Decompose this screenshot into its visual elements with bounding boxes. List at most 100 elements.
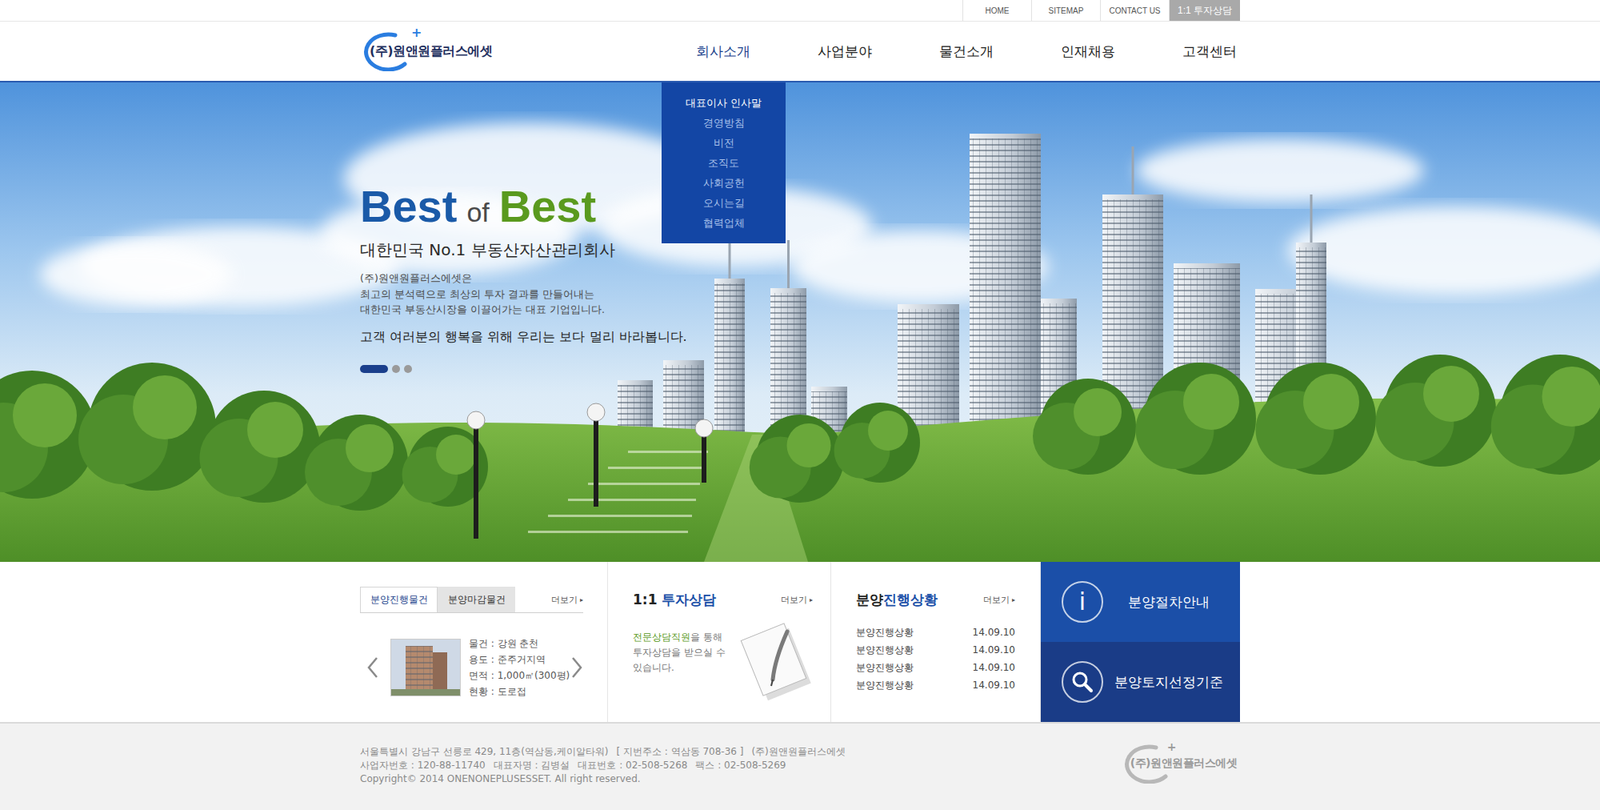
nav-item[interactable]: 회사소개대표이사 인사말경영방침비전조직도사회공헌오시는길협력업체 <box>662 21 784 81</box>
footer-text: [ 지번주소 : 역삼동 708-36 ] <box>616 744 744 759</box>
panel-title: 투자상담 <box>661 590 716 609</box>
more-arrow: ▸ <box>580 596 584 604</box>
property-photo <box>390 638 461 696</box>
dropdown-item[interactable]: 대표이사 인사말 <box>685 92 762 113</box>
panel-header: 1:1투자상담 더보기▸ <box>632 586 813 612</box>
slide-indicator <box>360 364 1240 373</box>
top-link[interactable]: SITEMAP <box>1031 0 1100 21</box>
footer-text: (주)원앤원플러스에셋 <box>751 744 845 759</box>
footer-text: Copyright© 2014 ONENONEPLUSESSET. All ri… <box>360 772 641 786</box>
row-date: 14.09.10 <box>972 623 1016 641</box>
row-title[interactable]: 분양진행상황 <box>856 676 914 694</box>
listings-panel: 분양진행물건분양마감물건 더보기▸ 물건 : 강원 춘천용도 : 준주거지역면적 :… <box>360 561 608 722</box>
utility-bar: HOMESITEMAPCONTACT US1:1 투자상담 <box>0 0 1600 22</box>
hero-title-word: Best <box>499 181 596 232</box>
dropdown-item[interactable]: 경영방침 <box>703 112 745 133</box>
dropdown-item[interactable]: 사회공헌 <box>703 172 745 193</box>
chevron-right-icon[interactable] <box>570 656 584 679</box>
top-link[interactable]: 1:1 투자상담 <box>1168 0 1240 21</box>
hero-title-word: Best <box>360 181 457 232</box>
dropdown-menu: 대표이사 인사말경영방침비전조직도사회공헌오시는길협력업체 <box>661 82 786 244</box>
dropdown-item[interactable]: 비전 <box>713 132 735 153</box>
hero-title: BestofBest <box>360 181 1240 237</box>
footer-text: 대표번호 : 02-508-5268 <box>577 758 688 772</box>
hero-body-line: (주)원앤원플러스에셋은 <box>360 270 1240 287</box>
footer-text: 사업자번호 : 120-88-11740 <box>360 758 486 772</box>
search-icon <box>1061 660 1104 703</box>
more-label[interactable]: 더보기 <box>983 593 1010 606</box>
progress-panel: 분양진행상황더보기▸분양진행상황14.09.10분양진행상황14.09.10분양… <box>831 561 1041 722</box>
chevron-left-icon[interactable] <box>366 656 380 679</box>
quick-link[interactable]: i분양절차안내 <box>1040 561 1240 642</box>
nav-item[interactable]: 고객센터 <box>1148 21 1271 81</box>
site-footer: 서울특별시 강남구 선릉로 429, 11층(역삼동,케이알타워) [ 지번주소 … <box>0 722 1600 810</box>
panel-header: 분양진행상황더보기▸ <box>856 586 1016 612</box>
footer-text: 서울특별시 강남구 선릉로 429, 11층(역삼동,케이알타워) <box>360 744 608 759</box>
quick-link-label[interactable]: 분양토지선정기준 <box>1103 672 1240 692</box>
nav-label[interactable]: 회사소개 <box>696 42 751 61</box>
top-link[interactable]: CONTACT US <box>1100 0 1169 21</box>
more-label[interactable]: 더보기 <box>551 593 578 606</box>
row-date: 14.09.10 <box>972 658 1016 676</box>
footer-line: 사업자번호 : 120-88-11740대표자명 : 김병설대표번호 : 02-… <box>360 758 846 772</box>
more-link[interactable]: 더보기▸ <box>983 593 1016 606</box>
logo-text: (주)원앤원플러스에셋 <box>1130 756 1237 771</box>
nav-item[interactable]: 물건소개 <box>905 21 1028 81</box>
top-link[interactable]: HOME <box>962 0 1032 21</box>
nav-label[interactable]: 고객센터 <box>1182 42 1237 61</box>
listing-tab[interactable]: 분양진행물건 <box>360 586 438 612</box>
site-header: (주)원앤원플러스에셋+회사소개대표이사 인사말경영방침비전조직도사회공헌오시는… <box>0 21 1600 83</box>
more-link[interactable]: 더보기▸ <box>551 586 584 612</box>
listing-detail: 용도 : 준주거지역 <box>468 651 570 668</box>
more-link[interactable]: 더보기▸ <box>780 593 813 606</box>
city-park-scene <box>0 82 1600 562</box>
quick-link[interactable]: 분양토지선정기준 <box>1040 641 1240 722</box>
info-icon: i <box>1061 580 1104 623</box>
listing-tabs: 분양진행물건분양마감물건 더보기▸ <box>360 586 584 613</box>
nav-item[interactable]: 사업분야 <box>784 21 906 81</box>
quick-links: i분양절차안내분양토지선정기준 <box>1040 561 1240 722</box>
row-date: 14.09.10 <box>972 676 1016 694</box>
progress-row[interactable]: 분양진행상황 14.09.10 <box>856 676 1016 694</box>
quick-link-label[interactable]: 분양절차안내 <box>1103 592 1240 612</box>
nav-item[interactable]: 인재채용 <box>1027 21 1149 81</box>
panel-title: 분양 <box>856 590 884 609</box>
footer-logo: (주)원앤원플러스에셋+ <box>1120 743 1240 784</box>
listing-tab[interactable]: 분양마감물건 <box>437 586 516 612</box>
hero-title-word: of <box>466 187 489 237</box>
row-title[interactable]: 분양진행상황 <box>856 623 914 641</box>
dropdown-item[interactable]: 협력업체 <box>703 212 745 233</box>
listing-detail: 현황 : 도로접 <box>468 683 570 700</box>
consult-highlight: 전문상담직원 <box>632 631 691 643</box>
progress-row[interactable]: 분양진행상황 14.09.10 <box>856 658 1016 676</box>
progress-list: 분양진행상황 14.09.10 분양진행상황 14.09.10 분양진행상황 14.09.… <box>856 623 1016 694</box>
nav-label[interactable]: 물건소개 <box>939 42 994 61</box>
info-section: 분양진행물건분양마감물건더보기▸물건 : 강원 춘천용도 : 준주거지역면적 :… <box>0 561 1600 723</box>
dropdown-item[interactable]: 오시는길 <box>703 192 745 213</box>
hero-banner: BestofBest대한민국 No.1 부동산자산관리회사(주)원앤원플러스에셋… <box>0 82 1600 562</box>
slide-dot[interactable] <box>360 364 388 373</box>
row-title[interactable]: 분양진행상황 <box>856 640 914 659</box>
row-date: 14.09.10 <box>972 640 1016 659</box>
more-label[interactable]: 더보기 <box>780 593 808 606</box>
row-title[interactable]: 분양진행상황 <box>856 658 914 676</box>
logo-plus: + <box>411 26 422 40</box>
listing-detail: 물건 : 강원 춘천 <box>468 635 570 652</box>
company-logo[interactable]: (주)원앤원플러스에셋+ <box>360 31 496 72</box>
consult-text: 전문상담직원을 통해 투자상담을 받으실 수 있습니다. <box>632 618 734 704</box>
progress-row[interactable]: 분양진행상황 14.09.10 <box>856 623 1016 641</box>
listing-item: 물건 : 강원 춘천용도 : 준주거지역면적 : 1,000㎡(300평)현황 … <box>360 635 584 700</box>
footer-info: 서울특별시 강남구 선릉로 429, 11층(역삼동,케이알타워) [ 지번주소 … <box>360 744 846 786</box>
dropdown-item[interactable]: 조직도 <box>708 152 740 173</box>
panel-title: 1:1 <box>632 591 657 608</box>
nav-label[interactable]: 사업분야 <box>817 42 872 61</box>
document-pen-icon <box>734 618 813 704</box>
hero-subtitle: 대한민국 No.1 부동산자산관리회사 <box>360 238 1240 261</box>
logo-text: (주)원앤원플러스에셋 <box>369 43 492 60</box>
progress-row[interactable]: 분양진행상황 14.09.10 <box>856 640 1016 659</box>
slide-dot[interactable] <box>392 364 400 373</box>
nav-label[interactable]: 인재채용 <box>1060 42 1116 61</box>
slide-dot[interactable] <box>404 364 412 373</box>
listing-detail: 면적 : 1,000㎡(300평) <box>468 667 570 684</box>
footer-text: 팩스 : 02-508-5269 <box>695 758 786 772</box>
